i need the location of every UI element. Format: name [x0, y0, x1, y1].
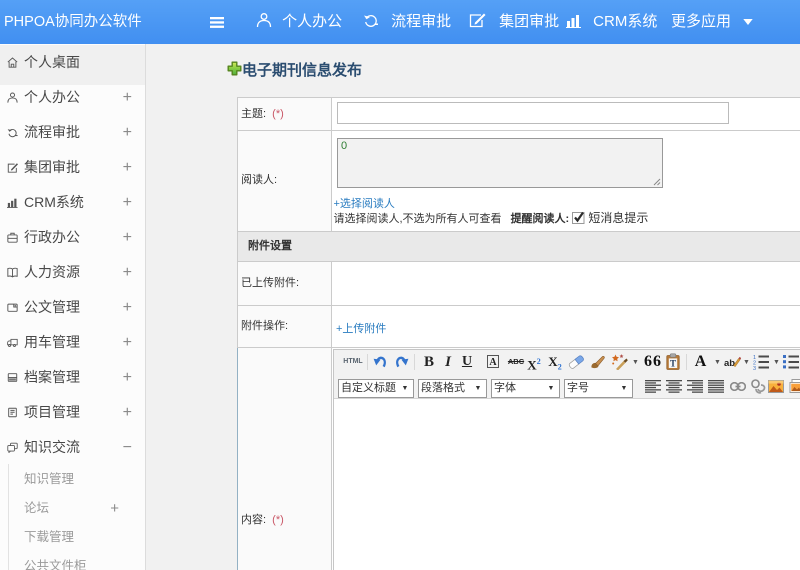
svg-text:3: 3: [753, 366, 756, 370]
svg-text:ab: ab: [724, 358, 735, 369]
svg-text:T: T: [670, 359, 676, 369]
